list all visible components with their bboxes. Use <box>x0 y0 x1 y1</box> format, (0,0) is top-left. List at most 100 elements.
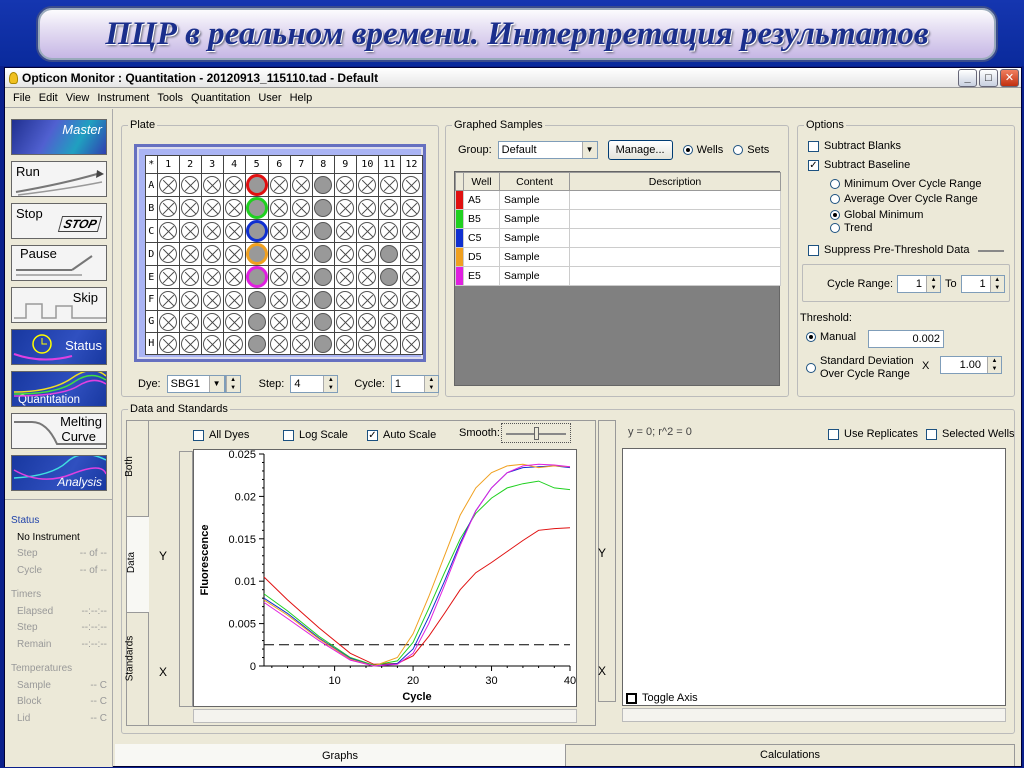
plate-well[interactable] <box>156 288 180 311</box>
nav-melting-curve-button[interactable]: Melting Curve <box>11 413 107 449</box>
subtract-blanks-checkbox[interactable]: Subtract Blanks <box>808 140 901 152</box>
plate-col-header[interactable]: 11 <box>377 155 401 174</box>
sets-radio[interactable]: Sets <box>733 144 769 156</box>
table-row[interactable]: D5 Sample <box>455 247 781 267</box>
plate-well[interactable] <box>355 265 379 289</box>
plate-well[interactable] <box>311 288 335 311</box>
std-dev-spinner[interactable]: 1.00 ▲ ▼ <box>940 356 1002 374</box>
plate-well[interactable] <box>178 310 202 333</box>
plate-well[interactable] <box>355 173 379 197</box>
plate-col-header[interactable]: 7 <box>289 155 313 174</box>
plate-well[interactable] <box>222 219 246 243</box>
plate-col-header[interactable]: 3 <box>200 155 224 174</box>
plate-well[interactable] <box>377 196 401 220</box>
plate-well[interactable] <box>222 332 246 355</box>
plate-well[interactable] <box>333 332 357 355</box>
cycle-range-to[interactable]: 1 ▲ ▼ <box>960 275 1005 293</box>
plate-well[interactable] <box>399 219 424 243</box>
plate-well[interactable] <box>377 288 401 311</box>
plate-well[interactable] <box>178 265 202 289</box>
manage-button[interactable]: Manage... <box>607 140 673 160</box>
plate-well[interactable] <box>355 310 379 333</box>
plate-well[interactable] <box>222 242 246 266</box>
fluorescence-chart[interactable]: 0 0.005 0.01 0.015 0.02 0.025 10 20 30 40 Cycle Flu… <box>193 449 577 707</box>
plate-well[interactable] <box>333 242 357 266</box>
tab-calculations[interactable]: Calculations <box>565 744 1015 766</box>
well-header[interactable]: Well <box>463 172 500 191</box>
plate-well[interactable] <box>156 219 180 243</box>
std-h-scrollbar[interactable] <box>622 708 1006 722</box>
dye-select[interactable]: SBG1 ▼ <box>166 375 225 393</box>
nav-status-button[interactable]: Status <box>11 329 107 365</box>
plate-well[interactable] <box>222 288 246 311</box>
cycle-range-from[interactable]: 1 ▲ ▼ <box>897 275 942 293</box>
plate-well[interactable] <box>200 219 224 243</box>
all-dyes-checkbox[interactable]: All Dyes <box>193 429 249 441</box>
plate-well[interactable] <box>399 196 424 220</box>
use-replicates-checkbox[interactable]: Use Replicates <box>828 428 918 440</box>
plate-well[interactable] <box>333 173 357 197</box>
menu-instrument[interactable]: Instrument <box>93 92 153 104</box>
table-row[interactable]: B5 Sample <box>455 209 781 229</box>
tab-graphs[interactable]: Graphs <box>115 744 565 766</box>
table-row[interactable]: C5 Sample <box>455 228 781 248</box>
standard-curve-plot[interactable] <box>622 448 1006 706</box>
plate-well[interactable] <box>267 288 291 311</box>
group-select[interactable]: Default ▼ <box>497 141 598 159</box>
plate-well[interactable] <box>289 196 313 220</box>
plate-col-header[interactable]: 10 <box>355 155 379 174</box>
plate-well[interactable] <box>377 332 401 355</box>
plate-well[interactable] <box>222 196 246 220</box>
plate-well[interactable] <box>156 265 180 289</box>
plate-well[interactable] <box>267 265 291 289</box>
description-header[interactable]: Description <box>569 172 781 191</box>
plate-well[interactable] <box>178 288 202 311</box>
plate-well[interactable] <box>355 288 379 311</box>
plate-well[interactable] <box>267 219 291 243</box>
plate-well[interactable] <box>311 196 335 220</box>
plate-well[interactable] <box>200 242 224 266</box>
plate-well[interactable] <box>200 310 224 333</box>
menu-quantitation[interactable]: Quantitation <box>187 92 254 104</box>
plate-well[interactable] <box>156 173 180 197</box>
plate-well[interactable] <box>200 332 224 355</box>
auto-scale-checkbox[interactable]: ✓ Auto Scale <box>367 429 436 441</box>
plate-well[interactable] <box>377 265 401 289</box>
plate-well[interactable] <box>289 310 313 333</box>
plate-well[interactable] <box>355 332 379 355</box>
plate-well[interactable] <box>178 219 202 243</box>
avg-over-range-radio[interactable]: Average Over Cycle Range <box>830 193 978 205</box>
plate-row-header[interactable]: F <box>145 288 158 311</box>
plate-well[interactable] <box>200 173 224 197</box>
plate-well[interactable] <box>311 242 335 266</box>
nav-master-button[interactable]: Master <box>11 119 107 155</box>
plate-well[interactable] <box>267 310 291 333</box>
plate-col-header[interactable]: 2 <box>178 155 202 174</box>
plate-well[interactable] <box>267 242 291 266</box>
nav-quantitation-button[interactable]: Quantitation <box>11 371 107 407</box>
table-row[interactable]: A5 Sample <box>455 190 781 210</box>
plate-row-header[interactable]: A <box>145 173 158 197</box>
subtract-baseline-checkbox[interactable]: ✓ Subtract Baseline <box>808 159 910 171</box>
nav-skip-button[interactable]: Skip <box>11 287 107 323</box>
plate-well[interactable] <box>178 173 202 197</box>
plate-well[interactable] <box>244 332 269 355</box>
std-dev-radio[interactable]: Standard Deviation Over Cycle Range <box>806 355 914 381</box>
plate-well[interactable] <box>244 310 269 333</box>
menu-file[interactable]: File <box>9 92 35 104</box>
selected-wells-checkbox[interactable]: Selected Wells <box>926 428 1015 440</box>
plate-well[interactable] <box>178 196 202 220</box>
plate-well[interactable] <box>289 288 313 311</box>
trend-radio[interactable]: Trend <box>830 222 872 234</box>
menu-tools[interactable]: Tools <box>153 92 187 104</box>
chart-h-scrollbar[interactable] <box>193 709 577 723</box>
plate-well[interactable] <box>377 310 401 333</box>
smooth-slider[interactable] <box>501 423 571 443</box>
plate-well[interactable] <box>200 288 224 311</box>
plate-col-header[interactable]: 8 <box>311 155 335 174</box>
suppress-pre-threshold-checkbox[interactable]: Suppress Pre-Threshold Data <box>808 244 970 256</box>
plate-well[interactable] <box>289 265 313 289</box>
plate-well[interactable] <box>333 265 357 289</box>
wells-radio[interactable]: Wells <box>682 144 723 156</box>
manual-threshold-input[interactable]: 0.002 <box>868 330 944 348</box>
